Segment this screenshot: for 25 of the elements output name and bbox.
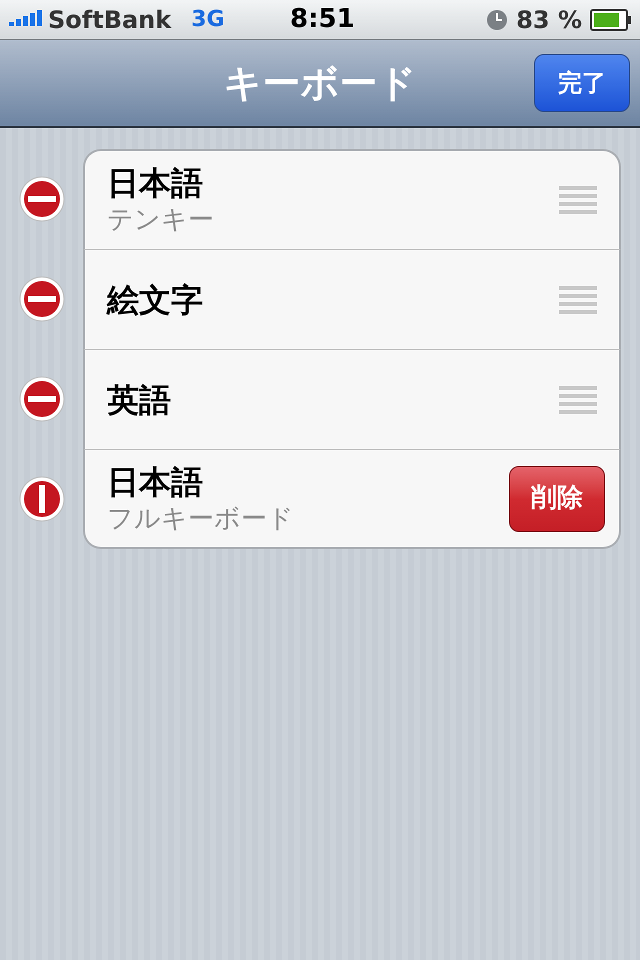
keyboard-name: 英語 bbox=[107, 380, 171, 420]
delete-confirm-icon[interactable] bbox=[18, 475, 66, 523]
reorder-handle-icon[interactable] bbox=[559, 284, 597, 316]
delete-icon[interactable] bbox=[18, 275, 66, 323]
battery-icon bbox=[590, 8, 632, 30]
keyboard-row[interactable]: 絵文字 bbox=[83, 249, 621, 349]
delete-button[interactable]: 削除 bbox=[509, 466, 605, 532]
keyboard-layout: テンキー bbox=[107, 204, 214, 237]
nav-title: キーボード bbox=[224, 60, 416, 106]
done-button[interactable]: 完了 bbox=[534, 54, 630, 112]
reorder-handle-icon[interactable] bbox=[559, 184, 597, 216]
clock-icon bbox=[486, 8, 508, 30]
network-type: 3G bbox=[191, 6, 225, 34]
battery-percent: 83 % bbox=[516, 4, 582, 36]
delete-icon[interactable] bbox=[18, 375, 66, 423]
delete-icon[interactable] bbox=[18, 175, 66, 223]
keyboard-name: 日本語 bbox=[107, 163, 204, 203]
carrier-name: SoftBank bbox=[48, 4, 172, 36]
keyboard-row[interactable]: 日本語 フルキーボード 削除 bbox=[83, 449, 621, 549]
keyboard-name: 日本語 bbox=[107, 462, 204, 502]
reorder-handle-icon[interactable] bbox=[559, 384, 597, 416]
keyboard-name: 絵文字 bbox=[107, 280, 203, 320]
keyboard-layout: フルキーボード bbox=[107, 502, 294, 536]
keyboard-row[interactable]: 英語 bbox=[83, 349, 621, 449]
clock-time: 8:51 bbox=[290, 3, 355, 36]
